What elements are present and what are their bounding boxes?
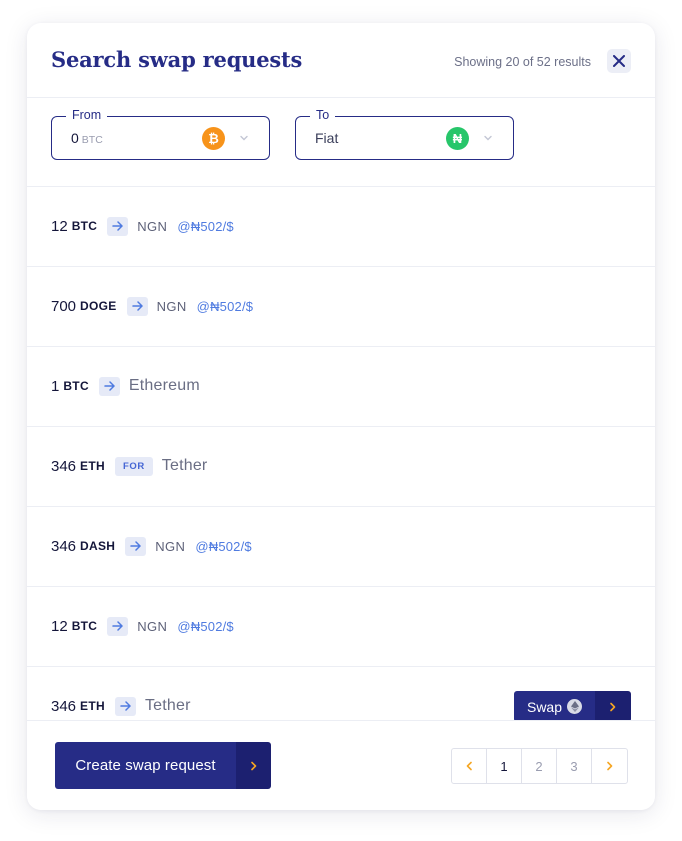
chevron-down-icon <box>240 135 248 141</box>
exchange-rate: @₦502/$ <box>177 618 234 634</box>
page-title: Search swap requests <box>51 47 303 72</box>
swap-search-modal: Search swap requests Showing 20 of 52 re… <box>27 23 655 810</box>
from-unit: BTC <box>81 134 103 146</box>
chevron-left-icon <box>466 761 472 771</box>
symbol: BTC <box>71 219 98 233</box>
target-currency: NGN <box>156 298 187 314</box>
to-label: To <box>310 108 336 122</box>
amount: 346 <box>51 697 77 715</box>
chevron-right-icon <box>606 761 612 771</box>
amount: 346 <box>51 457 77 475</box>
target-currency: NGN <box>155 538 186 554</box>
arrow-right-icon <box>107 216 129 236</box>
amount: 1 <box>51 377 60 395</box>
amount: 346 <box>51 537 77 555</box>
result-count: Showing 20 of 52 results <box>454 55 591 69</box>
to-value: Fiat <box>315 130 339 146</box>
list-item[interactable]: 1 BTC Ethereum <box>27 347 655 427</box>
symbol: BTC <box>71 619 98 633</box>
pagination: 1 2 3 <box>451 748 628 784</box>
exchange-rate: @₦502/$ <box>196 298 254 314</box>
for-badge: FOR <box>114 456 153 476</box>
target-currency: NGN <box>137 618 168 634</box>
from-amount: 0 <box>71 130 79 146</box>
symbol: ETH <box>80 699 105 713</box>
list-item[interactable]: 12 BTC NGN @₦502/$ <box>27 187 655 267</box>
list-item[interactable]: 700 DOGE NGN @₦502/$ <box>27 267 655 347</box>
chevron-right-icon <box>250 761 256 770</box>
page-button-1[interactable]: 1 <box>487 749 522 783</box>
from-label: From <box>66 108 108 122</box>
page-button-2[interactable]: 2 <box>522 749 557 783</box>
close-button[interactable] <box>607 49 631 73</box>
arrow-right-icon <box>125 536 147 556</box>
page-button-3[interactable]: 3 <box>557 749 592 783</box>
target-currency: Tether <box>161 457 208 474</box>
arrow-right-icon <box>107 616 129 636</box>
amount: 700 <box>51 297 77 315</box>
swap-arrow-button[interactable] <box>595 691 631 722</box>
symbol: DASH <box>80 539 116 553</box>
symbol: BTC <box>63 379 89 393</box>
from-select[interactable]: From 0 BTC ₿ <box>51 108 270 160</box>
list-item[interactable]: 12 BTC NGN @₦502/$ <box>27 587 655 667</box>
swap-request-list: 12 BTC NGN @₦502/$ 700 DOGE NGN @₦502/$ … <box>27 187 655 747</box>
next-page-button[interactable] <box>592 749 627 783</box>
close-icon <box>613 55 625 67</box>
swap-label: Swap <box>526 698 563 715</box>
swap-button-main[interactable]: Swap <box>514 691 595 722</box>
target-currency: Ethereum <box>128 377 200 394</box>
create-arrow-button[interactable] <box>236 742 271 789</box>
target-currency: Tether <box>144 697 191 714</box>
naira-icon: ₦ <box>446 127 469 150</box>
create-swap-request-label[interactable]: Create swap request <box>55 742 236 789</box>
list-item[interactable]: 346 DASH NGN @₦502/$ <box>27 507 655 587</box>
chevron-down-icon <box>484 135 492 141</box>
arrow-right-icon <box>126 296 148 316</box>
modal-header: Search swap requests Showing 20 of 52 re… <box>27 23 655 98</box>
amount: 12 <box>51 617 68 635</box>
exchange-rate: @₦502/$ <box>195 538 252 554</box>
symbol: DOGE <box>80 299 117 313</box>
list-item[interactable]: 346 ETH FOR Tether <box>27 427 655 507</box>
from-value: 0 BTC <box>71 130 103 146</box>
amount: 12 <box>51 217 68 235</box>
exchange-rate: @₦502/$ <box>177 218 234 234</box>
target-currency: NGN <box>137 218 168 234</box>
swap-button[interactable]: Swap <box>514 691 631 722</box>
prev-page-button[interactable] <box>452 749 487 783</box>
to-select[interactable]: To Fiat ₦ <box>295 108 514 160</box>
ethereum-icon <box>567 699 583 714</box>
bitcoin-icon: ₿ <box>202 127 225 150</box>
arrow-right-icon <box>98 376 120 396</box>
symbol: ETH <box>80 459 105 473</box>
modal-footer: Create swap request 1 2 3 <box>27 720 655 810</box>
create-swap-request-button[interactable]: Create swap request <box>55 742 271 789</box>
arrow-right-icon <box>114 696 136 716</box>
filter-bar: From 0 BTC ₿ To Fiat ₦ <box>27 98 655 187</box>
chevron-right-icon <box>610 702 616 711</box>
